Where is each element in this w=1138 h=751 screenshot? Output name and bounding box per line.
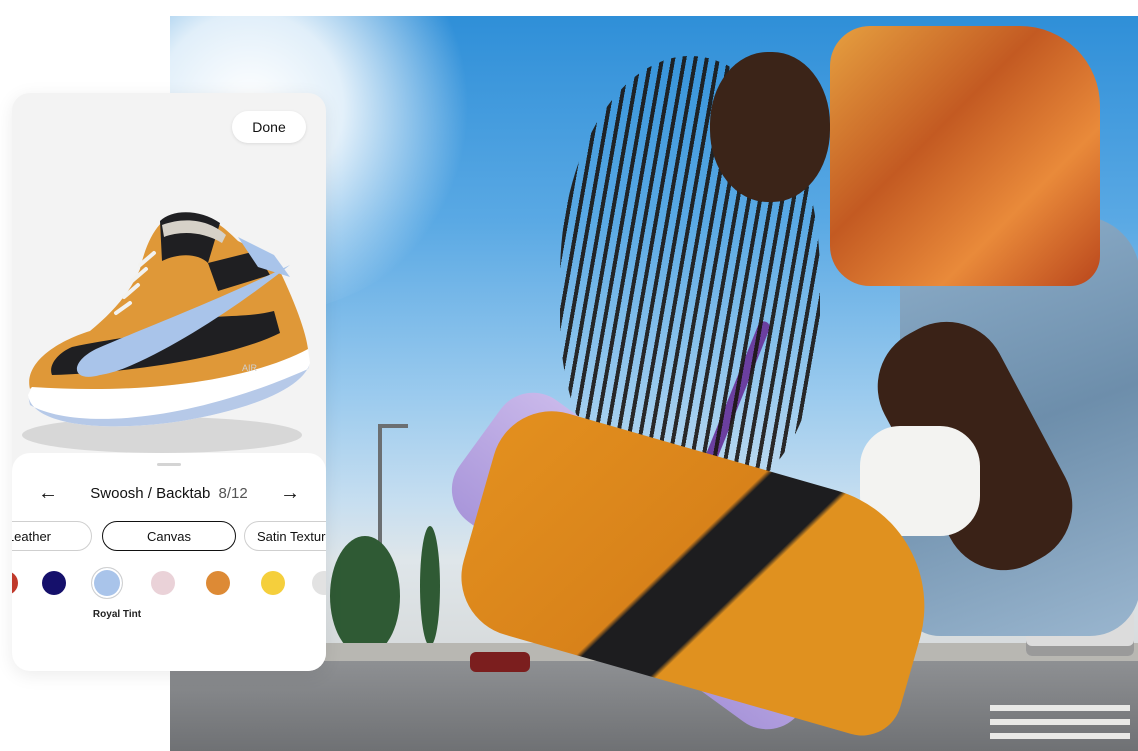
material-selector: Leather Canvas Satin Texture [12, 521, 326, 555]
color-swatch-navy[interactable] [42, 571, 66, 595]
material-leather[interactable]: Leather [12, 521, 92, 551]
street-light-arm [378, 424, 408, 428]
part-navigator: ← Swoosh / Backtab 8/12 → [12, 475, 326, 511]
tree [420, 526, 440, 646]
air-logo-text: AIR [242, 363, 258, 373]
model-head [710, 52, 830, 202]
patterned-top [830, 26, 1100, 286]
sheet-grabber[interactable] [157, 463, 181, 466]
arrow-right-icon[interactable]: → [278, 482, 302, 505]
color-swatch-red[interactable] [12, 571, 18, 595]
arrow-left-icon[interactable]: ← [36, 482, 60, 505]
color-swatch-pink[interactable] [151, 571, 175, 595]
color-swatch-royal-tint[interactable] [91, 567, 123, 599]
tree [330, 536, 400, 656]
color-swatch-grey[interactable] [312, 571, 326, 595]
step-indicator: 8/12 [218, 484, 248, 502]
material-satin-texture[interactable]: Satin Texture [244, 521, 326, 551]
color-swatch-orange[interactable] [206, 571, 230, 595]
material-canvas[interactable]: Canvas [102, 521, 236, 551]
sneaker-preview: AIR [22, 212, 310, 453]
part-title: Swoosh / Backtab 8/12 [90, 485, 247, 502]
color-swatch-yellow[interactable] [261, 571, 285, 595]
parked-car [470, 652, 530, 672]
customization-panel: ← Swoosh / Backtab 8/12 → Leather Canvas… [12, 453, 326, 671]
done-button[interactable]: Done [232, 111, 306, 143]
shoe-customizer-card: Done AIR ← Swoosh / Backtab 8/12 → eathe… [12, 93, 326, 671]
selected-color-name: Royal Tint [92, 609, 142, 620]
crosswalk-stripes [990, 705, 1130, 711]
color-swatches [12, 567, 326, 599]
section-title: Swoosh / Backtab [90, 484, 211, 502]
